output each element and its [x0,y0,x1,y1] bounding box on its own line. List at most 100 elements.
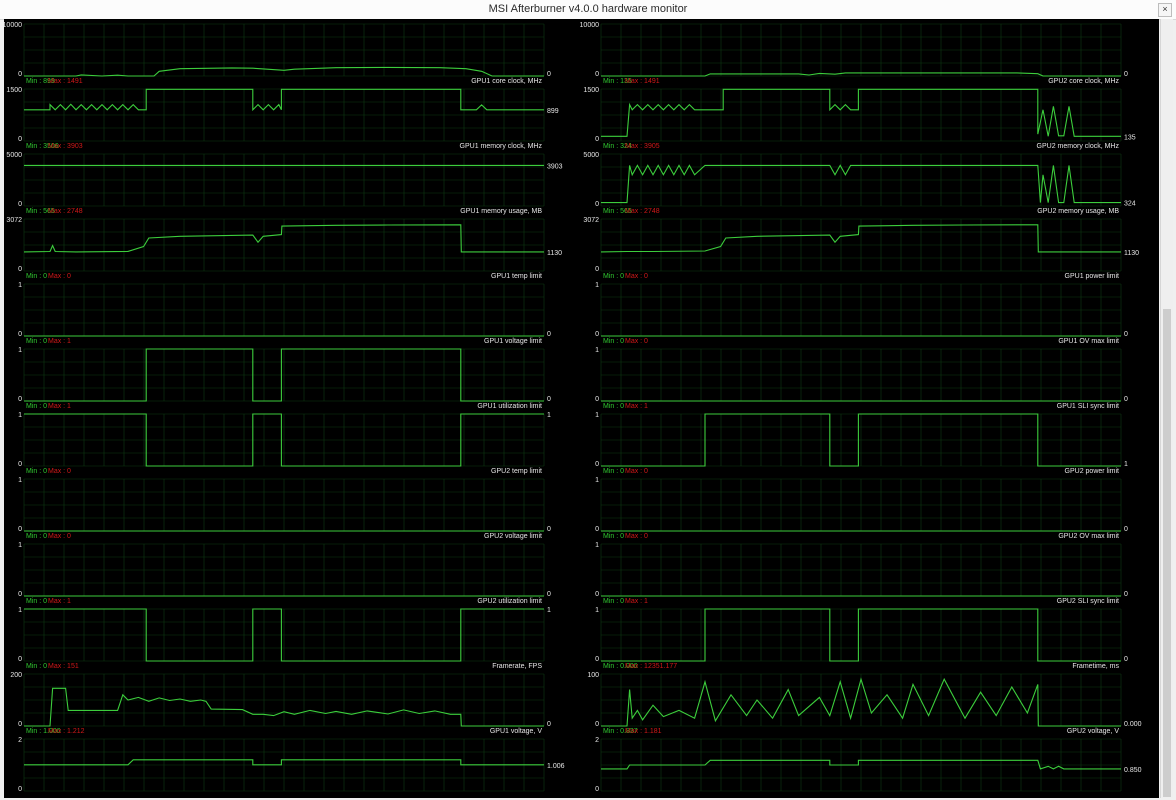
current-value-label: 0 [547,71,551,78]
axis-bottom-label: 0 [595,266,599,273]
graph-title: GPU2 SLI sync limit [1057,598,1119,605]
current-value-label: 0 [1124,396,1128,403]
axis-bottom-label: 0 [18,656,22,663]
graph-panel [23,153,545,207]
axis-top-label: 1 [595,412,599,419]
current-value-label: 899 [547,108,559,115]
axis-bottom-label: 0 [18,331,22,338]
graph-panel [600,543,1122,597]
axis-top-label: 100 [587,672,599,679]
scrollbar-thumb[interactable] [1163,309,1171,797]
graph-title: GPU2 core clock, MHz [1048,78,1119,85]
axis-bottom-label: 0 [595,136,599,143]
graph-max-label: Max : 0 [48,19,71,20]
axis-top-label: 10000 [580,22,600,29]
graph-title: Framerate, FPS [492,663,542,670]
axis-top-label: 5000 [583,152,599,159]
axis-bottom-label: 0 [595,201,599,208]
current-value-label: 0 [1124,71,1128,78]
graph-title: GPU1 fan tachometer, RPM [455,19,542,20]
graph-panel [600,23,1122,77]
graph-max-label: Max : 0 [625,533,648,540]
axis-top-label: 10000 [4,22,22,29]
axis-bottom-label: 0 [595,396,599,403]
current-value-label: 0 [547,591,551,598]
graph-panel [600,153,1122,207]
current-value-label: 0 [1124,656,1128,663]
graph-panel [23,543,545,597]
graph-title: GPU1 power limit [1065,273,1120,280]
current-value-label: 0 [1124,591,1128,598]
graph-min-label: Min : 0 [603,403,624,410]
graph-max-label: Max : 1 [625,598,648,605]
axis-top-label: 1 [595,282,599,289]
graph-title: GPU2 OV max limit [1058,533,1119,540]
graph-min-label: Min : 0 [603,338,624,345]
axis-top-label: 1 [595,542,599,549]
graph-min-label: Min : 0 [26,403,47,410]
current-value-label: 0 [547,526,551,533]
graph-max-label: Max : 0 [48,533,71,540]
axis-top-label: 3072 [6,217,22,224]
vertical-scrollbar[interactable] [1160,19,1173,798]
graph-panel [600,738,1122,792]
graph-min-label: Min : 0 [26,273,47,280]
graph-panel [600,348,1122,402]
axis-bottom-label: 0 [18,396,22,403]
graph-min-label: Min : 0 [26,19,47,20]
graph-max-label: Max : 1 [48,403,71,410]
axis-bottom-label: 0 [595,461,599,468]
axis-bottom-label: 0 [595,331,599,338]
graph-max-label: Max : 1.212 [48,728,85,735]
graph-panel [600,413,1122,467]
axis-top-label: 1 [595,347,599,354]
current-value-label: 3903 [547,163,563,170]
graph-max-label: Max : 1 [48,598,71,605]
axis-top-label: 1 [18,477,22,484]
graph-title: GPU2 memory usage, MB [1037,208,1119,215]
graph-max-label: Max : 0 [625,273,648,280]
graph-title: GPU2 power limit [1065,468,1120,475]
graph-title: GPU2 voltage, V [1067,728,1119,735]
graph-max-label: Max : 151 [48,663,79,670]
current-value-label: 0.000 [1124,721,1142,728]
graph-panel [600,88,1122,142]
current-value-label: 0 [547,721,551,728]
axis-bottom-label: 0 [18,71,22,78]
graph-panel [23,283,545,337]
graph-max-label: Max : 1 [48,338,71,345]
axis-bottom-label: 0 [595,786,599,793]
graph-title: GPU1 temp limit [491,273,542,280]
axis-bottom-label: 0 [595,721,599,728]
axis-bottom-label: 0 [18,136,22,143]
graph-max-label: Max : 3905 [625,143,660,150]
axis-bottom-label: 0 [18,721,22,728]
graph-panel [600,673,1122,727]
graph-title: GPU1 voltage, V [490,728,542,735]
axis-top-label: 1 [595,477,599,484]
graph-min-label: Min : 0 [26,468,47,475]
current-value-label: 1 [547,412,551,419]
graph-title: GPU1 SLI sync limit [1057,403,1119,410]
graph-panel [23,218,545,272]
current-value-label: 1130 [1124,250,1139,257]
graph-title: GPU1 utilization limit [477,403,542,410]
graph-max-label: Max : 12351.177 [625,663,677,670]
graph-max-label: Max : 0 [625,468,648,475]
graph-max-label: Max : 0 [625,338,648,345]
graphs-svg: Min : 0Max : 0GPU1 fan tachometer, RPM10… [4,19,1142,793]
graph-title: GPU2 temp limit [491,468,542,475]
current-value-label: 324 [1124,201,1136,208]
graph-panel [23,23,545,77]
graph-panel [23,348,545,402]
graph-max-label: Max : 0 [48,273,71,280]
graph-panel [23,413,545,467]
graph-title: GPU1 voltage limit [484,338,542,345]
graph-max-label: Max : 2748 [625,208,660,215]
graph-max-label: Max : 0 [48,468,71,475]
hardware-monitor-panel: Min : 0Max : 0GPU1 fan tachometer, RPM10… [4,19,1159,798]
graph-max-label: Max : 1 [625,403,648,410]
current-value-label: 0 [1124,526,1128,533]
graph-min-label: Min : 0 [603,598,624,605]
close-button[interactable]: × [1158,3,1172,17]
